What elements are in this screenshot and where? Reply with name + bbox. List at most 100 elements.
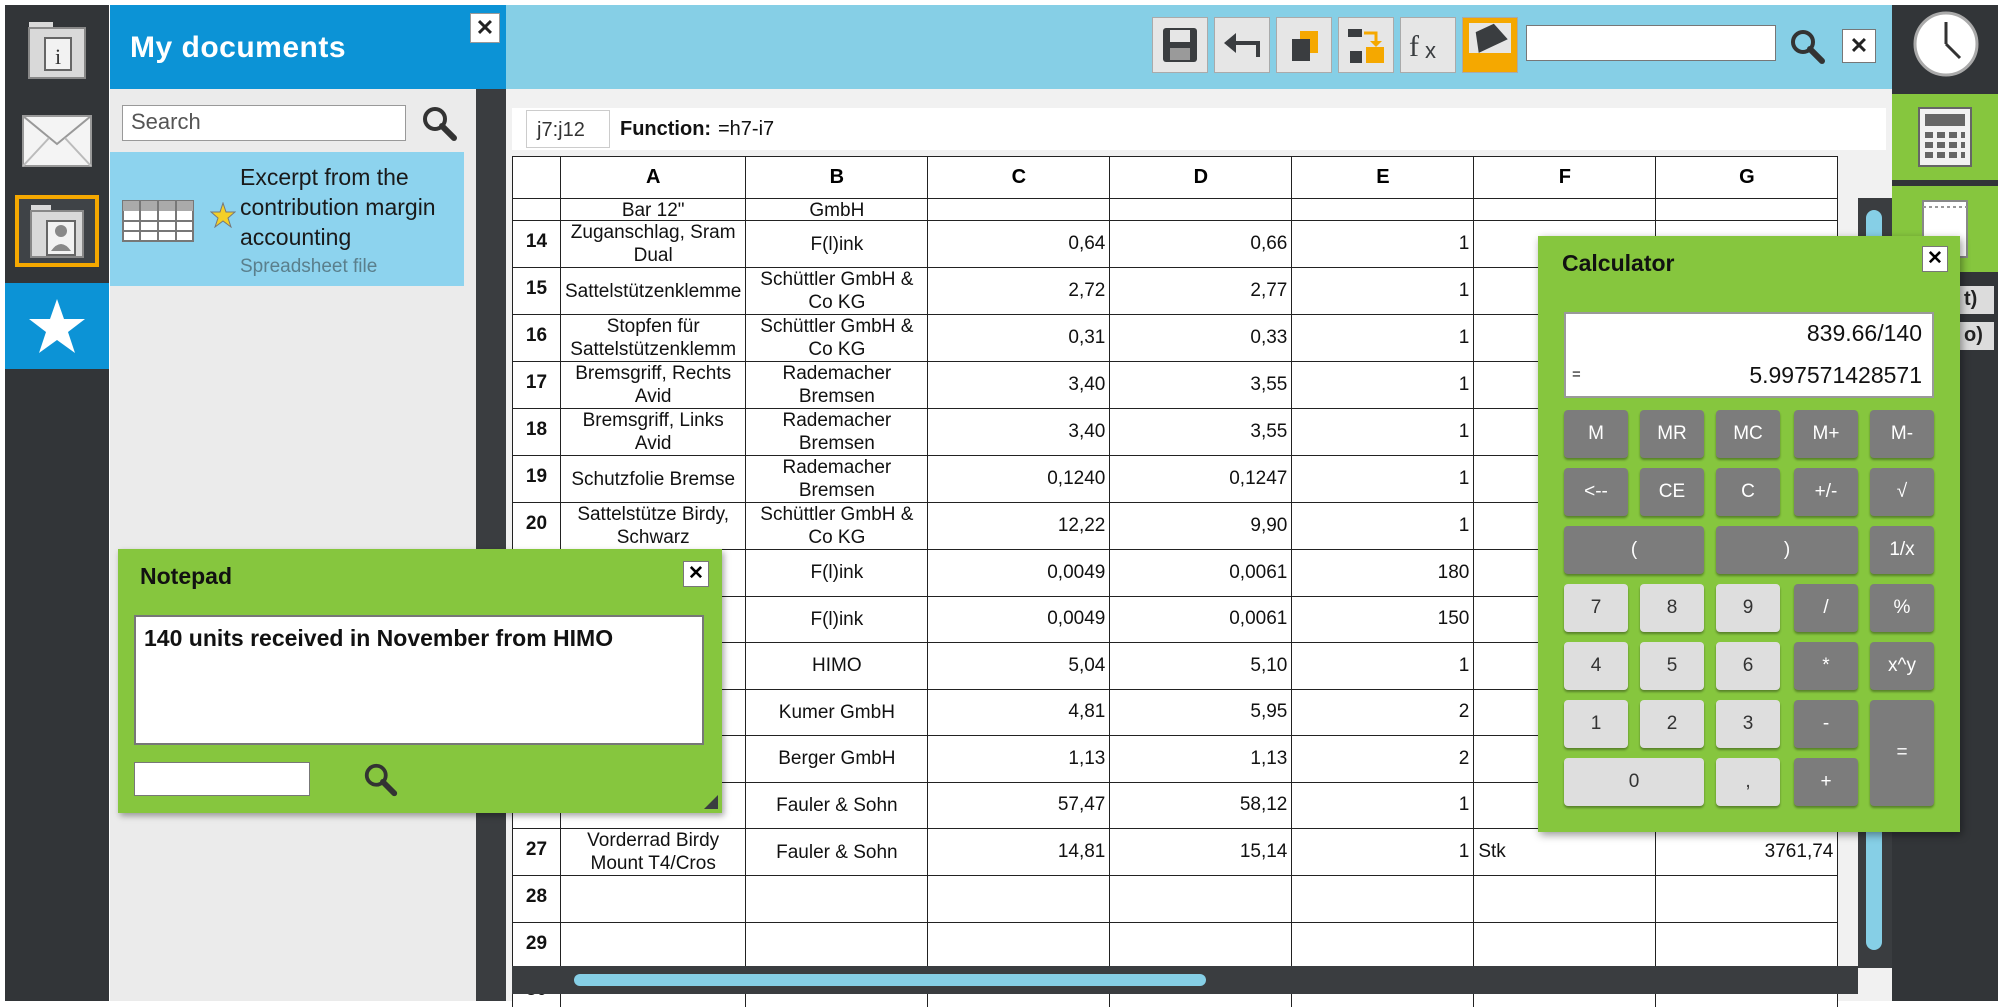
cell[interactable] [559, 875, 747, 923]
notepad-search-button[interactable] [362, 761, 400, 804]
cell[interactable]: 3,55 [1109, 408, 1293, 456]
cell[interactable] [1291, 921, 1475, 969]
select-all-corner[interactable] [512, 156, 561, 199]
move-button[interactable] [1338, 17, 1394, 73]
column-header[interactable]: E [1291, 156, 1475, 199]
info-button[interactable]: i [5, 7, 109, 91]
notepad-close-button[interactable]: ✕ [683, 561, 709, 587]
cell[interactable] [1655, 198, 1839, 221]
cell[interactable]: Bremsgriff, Links Avid [559, 408, 747, 456]
row-number[interactable]: 16 [512, 314, 561, 362]
cell[interactable] [1473, 198, 1657, 221]
fill-button[interactable] [1462, 17, 1518, 73]
documents-close-button[interactable]: ✕ [470, 13, 500, 43]
toolbar-close-button[interactable]: ✕ [1842, 29, 1876, 63]
key-9[interactable]: 9 [1716, 584, 1780, 632]
column-header[interactable]: F [1473, 156, 1657, 199]
row-number[interactable]: 14 [512, 220, 561, 268]
cell[interactable]: 0,1240 [927, 455, 1111, 503]
cell[interactable]: Rademacher Bremsen [745, 408, 929, 456]
cell[interactable] [745, 875, 929, 923]
cell[interactable]: F(l)ink [745, 220, 929, 268]
cell[interactable] [1655, 921, 1839, 969]
cell[interactable]: 9,90 [1109, 502, 1293, 550]
document-list-item[interactable]: Excerpt from the contribution margin acc… [110, 152, 464, 286]
cell-reference-field[interactable]: j7:j12 [526, 110, 610, 148]
copy-button[interactable] [1276, 17, 1332, 73]
key-close-paren[interactable]: ) [1716, 526, 1858, 574]
key-comma[interactable]: , [1716, 758, 1780, 806]
cell[interactable]: 2 [1291, 735, 1475, 783]
cell[interactable]: 1,13 [1109, 735, 1293, 783]
cell[interactable]: 0,66 [1109, 220, 1293, 268]
mail-button[interactable] [5, 99, 109, 183]
cell[interactable] [1655, 875, 1839, 923]
key-7[interactable]: 7 [1564, 584, 1628, 632]
cell[interactable] [1109, 921, 1293, 969]
cell[interactable]: Berger GmbH [745, 735, 929, 783]
hidden-panel-tab-2[interactable]: o) [1960, 322, 1994, 350]
cell[interactable]: 1 [1291, 781, 1475, 829]
cell[interactable]: Sattelstütze Birdy, Schwarz [559, 502, 747, 550]
cell[interactable]: Stk [1473, 828, 1657, 876]
key-memory-subtract[interactable]: M- [1870, 410, 1934, 458]
key-8[interactable]: 8 [1640, 584, 1704, 632]
cell[interactable] [1109, 875, 1293, 923]
key-1[interactable]: 1 [1564, 700, 1628, 748]
column-header[interactable]: A [559, 156, 747, 199]
row-number[interactable]: 18 [512, 408, 561, 456]
key-square-root[interactable]: √ [1870, 468, 1934, 516]
cell[interactable]: Fauler & Sohn [745, 781, 929, 829]
row-number[interactable]: 20 [512, 502, 561, 550]
row-number[interactable]: 27 [512, 828, 561, 876]
cell[interactable]: 5,04 [927, 642, 1111, 690]
cell[interactable] [559, 921, 747, 969]
cell[interactable]: Sattelstützenklemme [559, 267, 747, 315]
cell[interactable]: 1 [1291, 361, 1475, 409]
key-4[interactable]: 4 [1564, 642, 1628, 690]
cell[interactable]: 0,0061 [1109, 595, 1293, 643]
key-open-paren[interactable]: ( [1564, 526, 1704, 574]
clock-button[interactable] [1912, 10, 1980, 78]
toolbar-search-button[interactable] [1788, 27, 1828, 72]
cell[interactable]: Schüttler GmbH & Co KG [745, 267, 929, 315]
documents-search-button[interactable] [420, 104, 460, 144]
key-2[interactable]: 2 [1640, 700, 1704, 748]
cell[interactable]: 0,33 [1109, 314, 1293, 362]
documents-button[interactable] [5, 189, 109, 273]
favorites-button[interactable] [5, 283, 109, 369]
key-memory-add[interactable]: M+ [1794, 410, 1858, 458]
cell[interactable]: Stopfen für Sattelstützenklemm [559, 314, 747, 362]
cell[interactable]: 3,40 [927, 408, 1111, 456]
key-memory-recall[interactable]: MR [1640, 410, 1704, 458]
column-header[interactable]: C [927, 156, 1111, 199]
cell[interactable]: Fauler & Sohn [745, 828, 929, 876]
row-number[interactable]: 19 [512, 455, 561, 503]
cell[interactable]: 5,95 [1109, 688, 1293, 736]
cell[interactable]: HIMO [745, 642, 929, 690]
cell[interactable] [745, 921, 929, 969]
cell[interactable]: 150 [1291, 595, 1475, 643]
key-equals[interactable]: = [1870, 700, 1934, 806]
cell[interactable] [1291, 875, 1475, 923]
resize-grip-icon[interactable] [704, 795, 718, 809]
function-button[interactable]: f x [1400, 17, 1456, 73]
cell[interactable]: 1 [1291, 455, 1475, 503]
cell[interactable]: 2,77 [1109, 267, 1293, 315]
cell[interactable] [927, 875, 1111, 923]
cell[interactable]: 2 [1291, 688, 1475, 736]
cell[interactable]: 15,14 [1109, 828, 1293, 876]
key-3[interactable]: 3 [1716, 700, 1780, 748]
cell[interactable]: 180 [1291, 549, 1475, 597]
cell[interactable]: 5,10 [1109, 642, 1293, 690]
cell[interactable]: 0,0049 [927, 549, 1111, 597]
cell[interactable]: Zuganschlag, Sram Dual [559, 220, 747, 268]
key-subtract[interactable]: - [1794, 700, 1858, 748]
cell[interactable]: 3,40 [927, 361, 1111, 409]
key-percent[interactable]: % [1870, 584, 1934, 632]
cell[interactable] [1291, 198, 1475, 221]
documents-search-input[interactable]: Search [122, 105, 406, 141]
cell[interactable]: 4,81 [927, 688, 1111, 736]
key-clear[interactable]: C [1716, 468, 1780, 516]
cell[interactable]: 57,47 [927, 781, 1111, 829]
